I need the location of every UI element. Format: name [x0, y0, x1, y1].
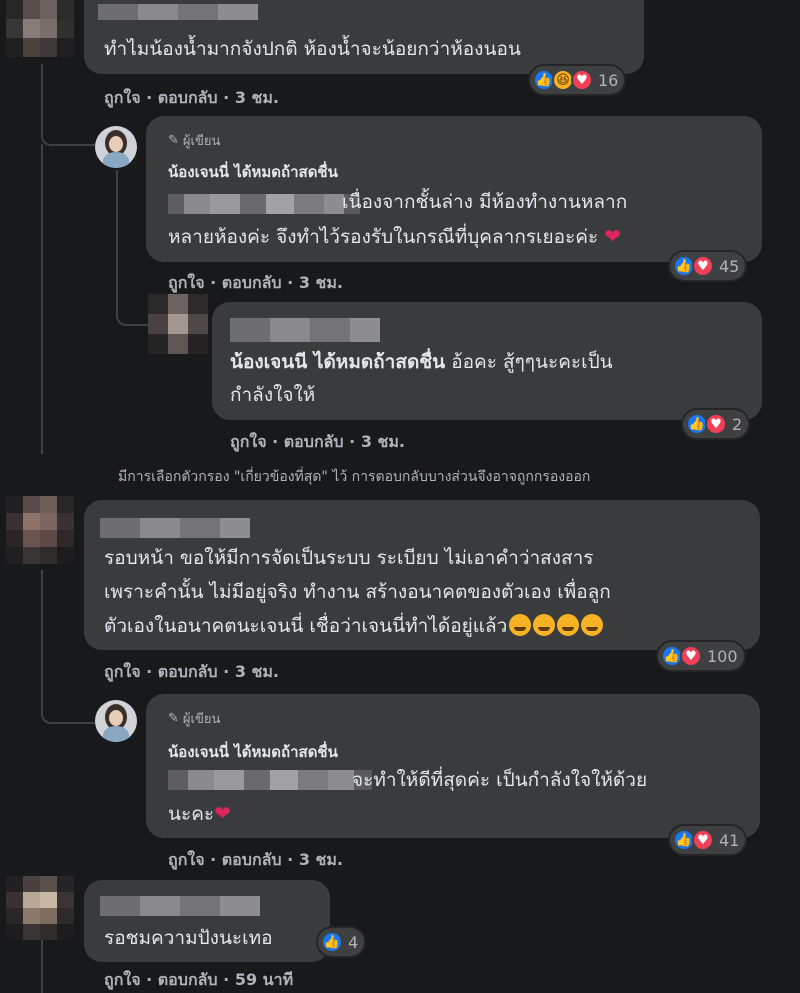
love-icon: ♥: [680, 645, 702, 667]
thread-line: [41, 940, 43, 993]
love-icon: ♥: [705, 413, 727, 435]
reaction-count: 100: [707, 646, 738, 666]
timestamp[interactable]: 3 ชม.: [299, 273, 343, 292]
heart-emoji: ❤: [214, 801, 231, 825]
reaction-count: 16: [598, 70, 619, 90]
timestamp[interactable]: 3 ชม.: [235, 88, 279, 107]
reply-link[interactable]: ตอบกลับ: [284, 432, 344, 451]
blurred-mention: [168, 770, 372, 790]
author-avatar[interactable]: [95, 126, 137, 168]
reply-link[interactable]: ตอบกลับ: [158, 88, 218, 107]
reply-link[interactable]: ตอบกลับ: [222, 850, 282, 869]
reaction-count: 41: [719, 830, 740, 850]
comment-text: รอชมความปังนะเทอ: [104, 927, 273, 949]
reaction-count: 4: [348, 932, 359, 952]
love-icon: ♥: [692, 829, 714, 851]
love-icon: ♥: [571, 69, 593, 91]
comment-actions: ถูกใจ · ตอบกลับ · 59 นาที: [104, 970, 294, 989]
like-icon: 👍: [321, 931, 343, 953]
reply-link[interactable]: ตอบกลับ: [222, 273, 282, 292]
thread-line: [41, 144, 43, 454]
reaction-summary[interactable]: 👍 ♥ 2: [683, 410, 749, 438]
pencil-icon: ✎: [168, 133, 179, 148]
author-avatar[interactable]: [95, 700, 137, 742]
author-badge: ✎ ผู้เขียน: [168, 133, 221, 149]
blurred-username: [100, 896, 260, 916]
author-badge: ✎ ผู้เขียน: [168, 711, 221, 727]
avatar[interactable]: [6, 496, 74, 564]
like-link[interactable]: ถูกใจ: [168, 273, 205, 292]
thread-connector: [41, 96, 95, 146]
reaction-summary[interactable]: 👍 ♥ 45: [670, 252, 746, 280]
filter-notice: มีการเลือกตัวกรอง "เกี่ยวข้องที่สุด" ไว้…: [118, 469, 591, 485]
timestamp[interactable]: 3 ชม.: [299, 850, 343, 869]
comment-actions: ถูกใจ · ตอบกลับ · 3 ชม.: [168, 273, 343, 292]
like-link[interactable]: ถูกใจ: [230, 432, 267, 451]
like-link[interactable]: ถูกใจ: [104, 662, 141, 681]
blurred-mention: [168, 194, 360, 214]
thread-connector: [41, 690, 95, 724]
comment-text: ทำไมน้องน้ำมากจังปกติ ห้องน้ำจะน้อยกว่าห…: [104, 38, 521, 60]
comment-text: กำลังใจให้: [230, 384, 316, 406]
author-name[interactable]: น้องเจนนี่ ได้หมดถ้าสดชื่น: [168, 160, 338, 184]
reply-link[interactable]: ตอบกลับ: [158, 970, 218, 989]
pencil-icon: ✎: [168, 711, 179, 726]
like-link[interactable]: ถูกใจ: [104, 970, 141, 989]
reply-link[interactable]: ตอบกลับ: [158, 662, 218, 681]
comment-text: เพราะคำนั้น ไม่มีอยู่จริง ทำงาน สร้างอนา…: [104, 581, 611, 603]
smile-emoji: [557, 614, 580, 636]
reaction-summary[interactable]: 👍 ♥ 41: [670, 826, 746, 854]
comment-text: เนื่องจากชั้นล่าง มีห้องทำงานหลาก: [342, 191, 628, 213]
blurred-username: [100, 518, 250, 538]
smile-emoji: [533, 614, 556, 636]
like-link[interactable]: ถูกใจ: [168, 850, 205, 869]
timestamp[interactable]: 59 นาที: [235, 970, 293, 989]
comment-actions: ถูกใจ · ตอบกลับ · 3 ชม.: [104, 662, 279, 681]
thread-line: [41, 570, 43, 690]
reaction-count: 45: [719, 256, 740, 276]
avatar[interactable]: [6, 876, 74, 940]
reaction-summary[interactable]: 👍 ♥ 100: [658, 642, 744, 670]
comment-actions: ถูกใจ · ตอบกลับ · 3 ชม.: [168, 850, 343, 869]
like-link[interactable]: ถูกใจ: [104, 88, 141, 107]
avatar[interactable]: [6, 0, 74, 58]
avatar[interactable]: [148, 294, 208, 354]
comment-text: จะทำให้ดีที่สุดค่ะ เป็นกำลังใจให้ด้วย: [352, 769, 648, 791]
timestamp[interactable]: 3 ชม.: [235, 662, 279, 681]
comment-text: หลายห้องค่ะ จึงทำไว้รองรับในกรณีที่บุคลา…: [168, 224, 622, 248]
timestamp[interactable]: 3 ชม.: [361, 432, 405, 451]
comment-text: ตัวเองในอนาคตนะเจนนี่ เชื่อว่าเจนนี่ทำได…: [104, 612, 604, 641]
comment-actions: ถูกใจ · ตอบกลับ · 3 ชม.: [104, 88, 279, 107]
mention-link[interactable]: น้องเจนนี ได้หมดถ้าสดชื่น: [230, 351, 445, 373]
thread-connector: [116, 280, 150, 326]
reaction-count: 2: [732, 414, 743, 434]
smile-emoji: [581, 614, 604, 636]
love-icon: ♥: [692, 255, 714, 277]
comment-text: นะคะ❤: [168, 801, 231, 825]
blurred-username: [230, 318, 380, 342]
reaction-summary[interactable]: 👍 4: [318, 928, 365, 956]
smile-emoji: [509, 614, 532, 636]
comment-text: น้องเจนนี ได้หมดถ้าสดชื่น อ้อคะ สู้ๆๆนะค…: [230, 351, 613, 373]
author-name[interactable]: น้องเจนนี่ ได้หมดถ้าสดชื่น: [168, 740, 338, 764]
comment-text: รอบหน้า ขอให้มีการจัดเป็นระบบ ระเบียบ ไม…: [104, 547, 594, 569]
reaction-summary[interactable]: 👍 😆 ♥ 16: [530, 66, 625, 94]
comment-actions: ถูกใจ · ตอบกลับ · 3 ชม.: [230, 432, 405, 451]
heart-emoji: ❤: [604, 224, 622, 248]
blurred-username: [98, 4, 258, 20]
